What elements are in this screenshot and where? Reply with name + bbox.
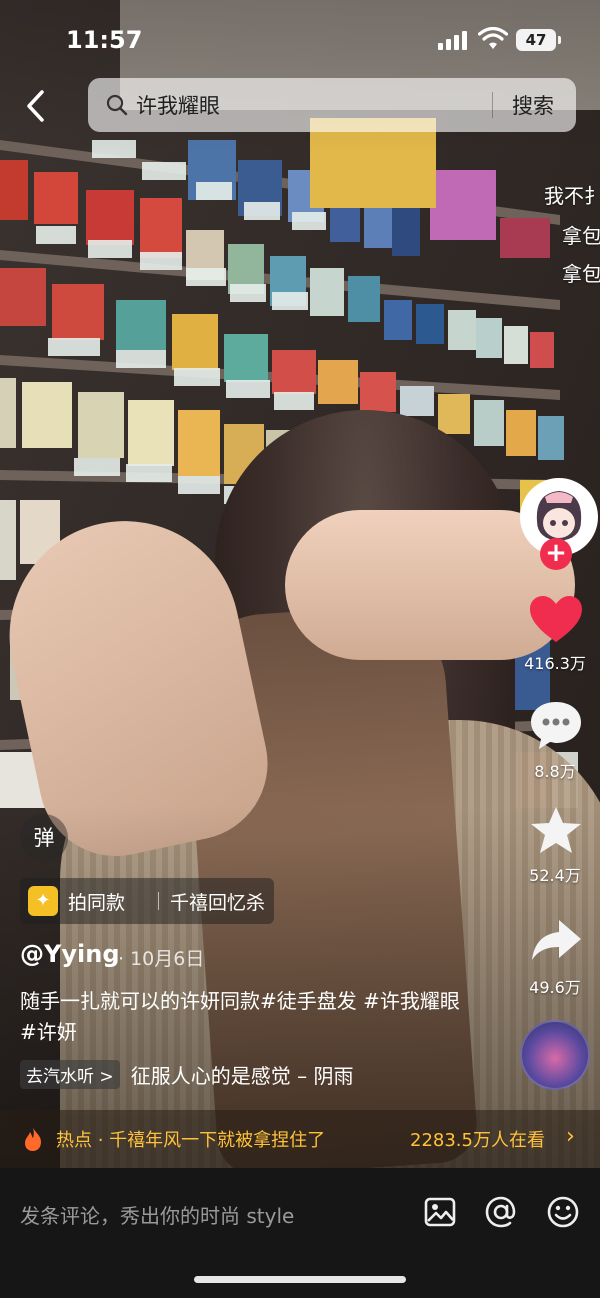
music-title[interactable]: 征服人心的是感觉 – 阴雨 xyxy=(131,1060,354,1089)
search-icon xyxy=(106,94,128,116)
cellular-signal-icon xyxy=(438,30,470,50)
music-disc-icon[interactable] xyxy=(520,1020,590,1090)
comment-bubble-icon[interactable] xyxy=(526,698,586,752)
search-divider xyxy=(492,92,493,118)
overlay-text-line: 拿包 xyxy=(562,262,600,286)
status-time: 11:57 xyxy=(66,26,143,54)
overlay-text-line: 我不扌 xyxy=(544,184,600,208)
overlay-text-line: 拿包 xyxy=(562,224,600,248)
favorite-star-icon[interactable] xyxy=(526,804,586,858)
favorite-count: 52.4万 xyxy=(529,866,581,885)
post-date: · 10月6日 xyxy=(118,948,205,970)
danmaku-toggle-button[interactable]: 弹 xyxy=(20,814,68,862)
like-count: 416.3万 xyxy=(524,654,586,673)
comment-bar: 发条评论，秀出你的时尚 style xyxy=(0,1168,600,1298)
home-indicator xyxy=(194,1276,406,1283)
mention-at-icon[interactable] xyxy=(483,1194,519,1230)
chevron-right-icon[interactable]: › xyxy=(566,1124,575,1149)
follow-button[interactable]: + xyxy=(540,538,572,570)
music-row[interactable]: 去汽水听 > 征服人心的是感觉 – 阴雨 xyxy=(20,1060,380,1090)
video-vignette xyxy=(0,0,600,1298)
back-arrow-icon[interactable] xyxy=(22,88,52,124)
open-in-soda-chip[interactable]: 去汽水听 > xyxy=(20,1060,120,1089)
share-count: 49.6万 xyxy=(529,978,581,997)
like-heart-icon[interactable] xyxy=(526,592,586,646)
trending-bar[interactable]: 热点 · 千禧年风一下就被拿捏住了 2283.5万人在看 › xyxy=(0,1110,600,1168)
search-bar[interactable]: 许我耀眼 搜索 xyxy=(88,78,576,132)
comment-input[interactable]: 发条评论，秀出你的时尚 style xyxy=(20,1200,294,1229)
emoji-icon[interactable] xyxy=(545,1194,581,1230)
post-description[interactable]: 随手一扎就可以的许妍同款#徒手盘发 #许我耀眼#许妍 xyxy=(20,986,460,1048)
trending-topic[interactable]: 热点 · 千禧年风一下就被拿捏住了 xyxy=(56,1126,325,1152)
video-frame[interactable] xyxy=(0,0,600,1298)
sparkle-icon: ✦ xyxy=(28,886,58,916)
search-button[interactable]: 搜索 xyxy=(512,90,554,120)
share-arrow-icon[interactable] xyxy=(526,914,586,968)
comment-count: 8.8万 xyxy=(534,762,576,781)
same-style-chip[interactable]: ✦ 拍同款 千禧回忆杀 xyxy=(20,878,274,924)
image-icon[interactable] xyxy=(422,1194,458,1230)
search-query[interactable]: 许我耀眼 xyxy=(136,90,220,120)
topic-label[interactable]: 千禧回忆杀 xyxy=(170,888,265,915)
viewer-count: 2283.5万人在看 xyxy=(410,1130,545,1151)
wifi-icon xyxy=(478,27,508,49)
fire-icon xyxy=(25,1127,41,1151)
battery-indicator: 47 xyxy=(516,29,561,51)
chip-divider xyxy=(158,892,159,910)
shoot-same-label[interactable]: 拍同款 xyxy=(68,888,125,915)
author-name[interactable]: @Yying xyxy=(20,940,120,968)
status-bar: 11:57 47 xyxy=(0,0,600,80)
